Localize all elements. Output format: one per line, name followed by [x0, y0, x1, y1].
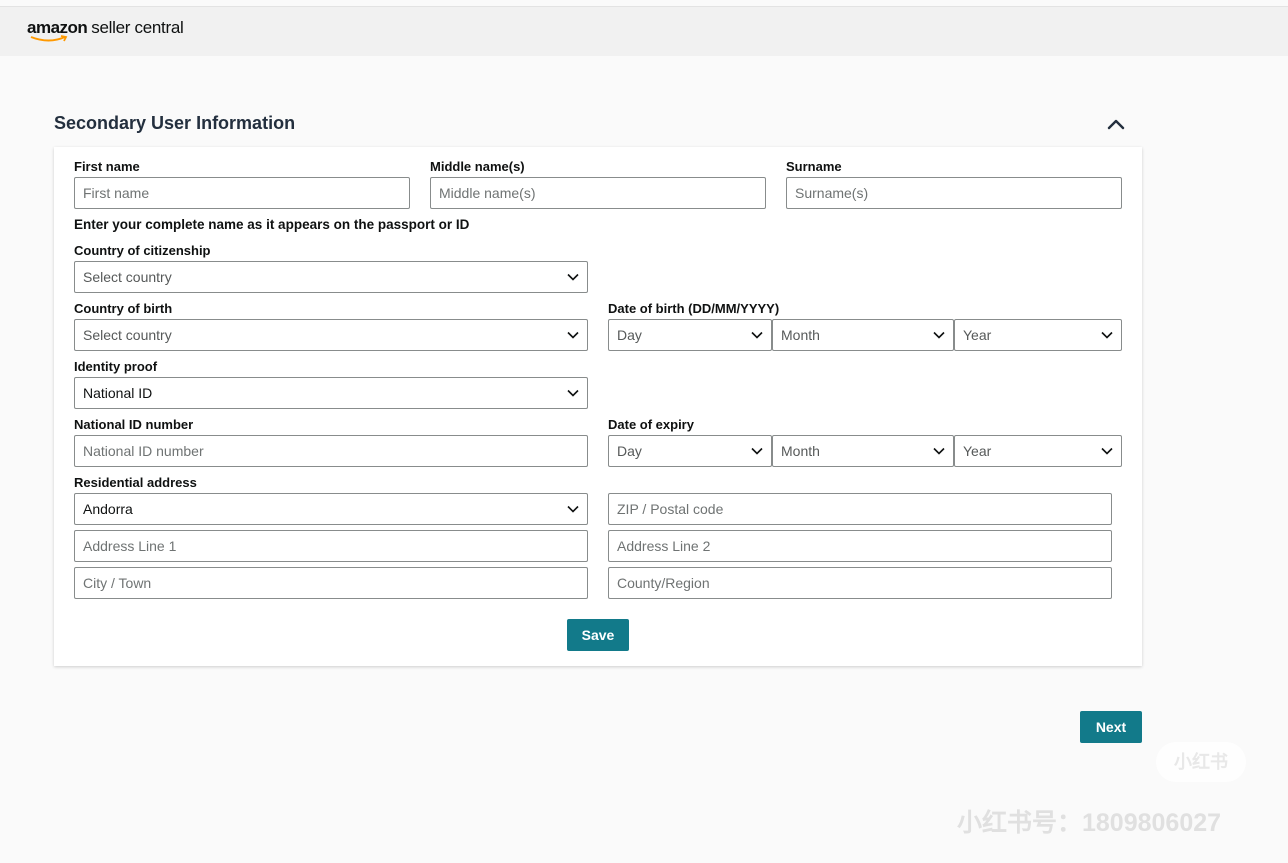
surname-label: Surname — [786, 159, 842, 174]
dob-month-select[interactable]: Month — [772, 319, 954, 351]
chevron-up-icon — [1107, 119, 1125, 130]
first-name-input[interactable] — [74, 177, 410, 209]
chevron-down-icon — [567, 331, 579, 339]
dob-month-value: Month — [781, 327, 820, 343]
next-button[interactable]: Next — [1080, 711, 1142, 743]
region-input[interactable] — [608, 567, 1112, 599]
first-name-label: First name — [74, 159, 140, 174]
name-hint-text: Enter your complete name as it appears o… — [74, 217, 470, 232]
chevron-down-icon — [567, 389, 579, 397]
citizenship-value: Select country — [83, 269, 172, 285]
surname-input[interactable] — [786, 177, 1122, 209]
address-country-value: Andorra — [83, 501, 133, 517]
logo-seller-central-text: seller central — [91, 18, 184, 37]
address-line2-input[interactable] — [608, 530, 1112, 562]
logo-amazon-text: amazon — [27, 18, 88, 42]
expiry-label: Date of expiry — [608, 417, 694, 432]
chevron-down-icon — [751, 331, 763, 339]
dob-day-select[interactable]: Day — [608, 319, 772, 351]
dob-day-value: Day — [617, 327, 642, 343]
birth-country-select[interactable]: Select country — [74, 319, 588, 351]
birth-country-label: Country of birth — [74, 301, 173, 316]
middle-name-label: Middle name(s) — [430, 159, 525, 174]
amazon-seller-central-logo[interactable]: amazon seller central — [27, 18, 184, 50]
dob-year-select[interactable]: Year — [954, 319, 1122, 351]
chevron-down-icon — [751, 447, 763, 455]
expiry-day-value: Day — [617, 443, 642, 459]
id-number-input[interactable] — [74, 435, 588, 467]
expiry-year-select[interactable]: Year — [954, 435, 1122, 467]
expiry-day-select[interactable]: Day — [608, 435, 772, 467]
birth-country-value: Select country — [83, 327, 172, 343]
watermark-logo: 小红书 — [1156, 742, 1246, 782]
address-label: Residential address — [74, 475, 197, 490]
secondary-user-form-card: First name Middle name(s) Surname Enter … — [54, 147, 1142, 666]
address-line1-input[interactable] — [74, 530, 588, 562]
top-header: amazon seller central — [0, 6, 1288, 56]
citizenship-select[interactable]: Select country — [74, 261, 588, 293]
amazon-smile-icon — [30, 35, 68, 42]
watermark-id-text: 小红书号：1809806027 — [957, 809, 1222, 837]
expiry-month-value: Month — [781, 443, 820, 459]
chevron-down-icon — [933, 447, 945, 455]
dob-year-value: Year — [963, 327, 992, 343]
dob-label: Date of birth (DD/MM/YYYY) — [608, 301, 780, 316]
address-country-select[interactable]: Andorra — [74, 493, 588, 525]
city-input[interactable] — [74, 567, 588, 599]
collapse-section-button[interactable] — [1104, 113, 1128, 135]
chevron-down-icon — [567, 273, 579, 281]
chevron-down-icon — [1101, 331, 1113, 339]
identity-proof-value: National ID — [83, 385, 153, 401]
middle-name-input[interactable] — [430, 177, 766, 209]
identity-proof-select[interactable]: National ID — [74, 377, 588, 409]
section-title: Secondary User Information — [54, 113, 296, 133]
expiry-month-select[interactable]: Month — [772, 435, 954, 467]
save-button[interactable]: Save — [567, 619, 629, 651]
chevron-down-icon — [1101, 447, 1113, 455]
zip-code-input[interactable] — [608, 493, 1112, 525]
citizenship-label: Country of citizenship — [74, 243, 211, 258]
chevron-down-icon — [933, 331, 945, 339]
id-number-label: National ID number — [74, 417, 194, 432]
chevron-down-icon — [567, 505, 579, 513]
expiry-year-value: Year — [963, 443, 992, 459]
identity-proof-label: Identity proof — [74, 359, 158, 374]
